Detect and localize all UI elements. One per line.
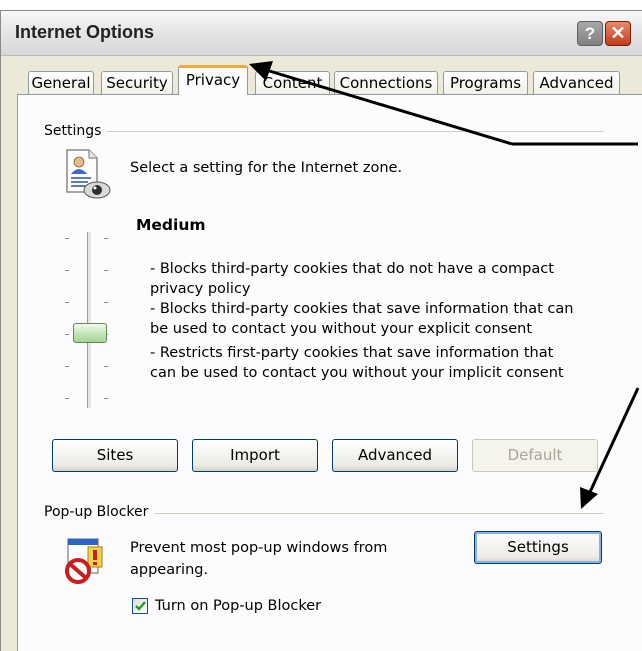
popup-blocker-icon [60,537,110,585]
slider-tick [104,302,108,303]
title-bar[interactable]: Internet Options ? ✕ [1,11,642,56]
tab-privacy[interactable]: Privacy [178,65,248,95]
privacy-level-description-line: - Restricts first-party cookies that sav… [150,345,554,361]
help-button[interactable]: ? [577,21,603,46]
privacy-level-description-line: can be used to contact you without your … [150,365,564,381]
slider-tick [104,270,108,271]
popup-blocker-checkbox[interactable] [132,598,148,614]
privacy-document-icon [63,148,111,200]
popup-blocker-checkbox-label[interactable]: Turn on Pop-up Blocker [155,597,321,616]
privacy-level-description-line: be used to contact you without your expl… [150,321,533,337]
tab-content[interactable]: Content [255,71,330,94]
slider-tick [65,270,69,271]
slider-track[interactable] [87,232,92,408]
popup-group-label: Pop-up Blocker [44,504,155,520]
slider-tick [65,238,69,239]
advanced-button[interactable]: Advanced [332,439,458,472]
slider-tick [104,366,108,367]
close-button[interactable]: ✕ [605,21,631,46]
tab-connections[interactable]: Connections [334,71,438,94]
popup-settings-button[interactable]: Settings [474,531,602,564]
privacy-level-description-line: - Blocks third-party cookies that save i… [150,301,574,317]
tab-general[interactable]: General [28,71,94,94]
checkmark-icon [135,601,146,611]
privacy-level-name: Medium [136,216,206,234]
slider-tick [65,398,69,399]
slider-tick [65,334,69,335]
popup-description-line2: appearing. [130,562,209,578]
privacy-level-description-line: - Blocks third-party cookies that do not… [150,261,554,277]
settings-group-label: Settings [44,123,108,139]
settings-description: Select a setting for the Internet zone. [130,160,403,176]
settings-group-border [44,131,604,132]
tab-advanced[interactable]: Advanced [533,71,620,94]
slider-tick [104,398,108,399]
slider-tick [65,366,69,367]
default-button[interactable]: Default [472,439,598,472]
slider-thumb[interactable] [73,323,107,343]
tab-security[interactable]: Security [101,71,173,94]
popup-description-line1: Prevent most pop-up windows from [130,540,388,556]
slider-tick [104,238,108,239]
sites-button[interactable]: Sites [52,439,178,472]
tab-programs[interactable]: Programs [443,71,528,94]
slider-tick [65,302,69,303]
import-button[interactable]: Import [192,439,318,472]
window-title: Internet Options [15,22,154,42]
privacy-level-description-line: privacy policy [150,281,251,297]
